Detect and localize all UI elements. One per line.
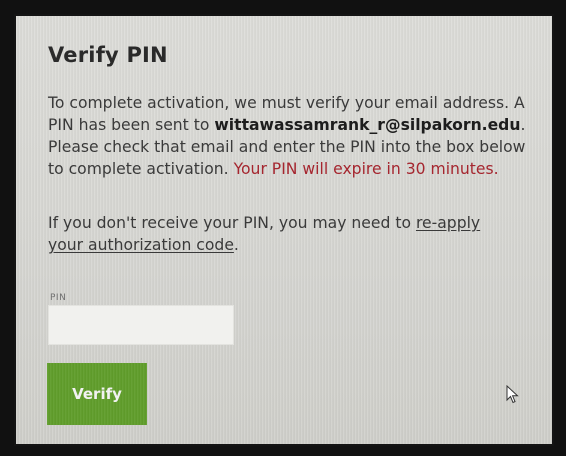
pin-label: PIN	[50, 293, 67, 303]
mouse-pointer-icon	[506, 384, 520, 409]
reapply-suffix: .	[233, 236, 239, 254]
pin-input[interactable]	[48, 305, 234, 345]
email-address: wittawassamrank_r@silpakorn.edu	[214, 116, 521, 134]
reapply-prefix: If you don't receive your PIN, you may n…	[48, 214, 416, 232]
verify-button[interactable]: Verify	[47, 363, 147, 425]
expiry-warning: Your PIN will expire in 30 minutes.	[233, 160, 499, 178]
screen-frame: Verify PIN To complete activation, we mu…	[0, 0, 566, 456]
activation-message: To complete activation, we must verify y…	[48, 92, 544, 180]
page-title: Verify PIN	[48, 43, 168, 67]
reapply-message: If you don't receive your PIN, you may n…	[48, 212, 518, 256]
verify-pin-panel: Verify PIN To complete activation, we mu…	[14, 14, 554, 446]
